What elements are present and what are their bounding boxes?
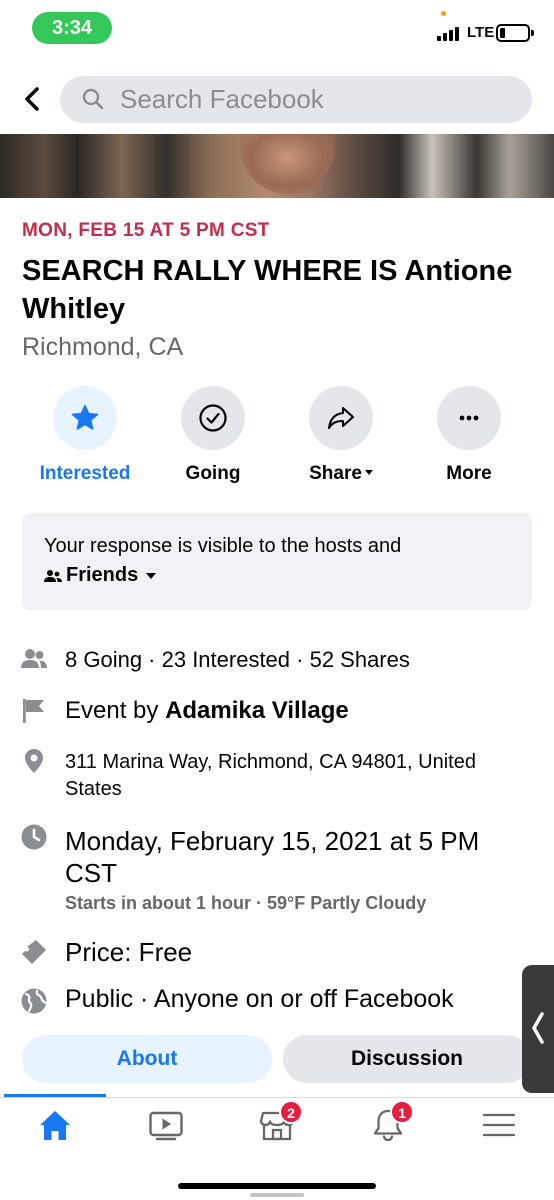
- menu-icon: [482, 1113, 516, 1137]
- location-pin-icon: [25, 749, 43, 773]
- globe-icon: [21, 988, 48, 1014]
- check-circle-icon: [199, 404, 227, 432]
- nav-watch[interactable]: [148, 1108, 188, 1144]
- attendance-stats[interactable]: 8 Going · 23 Interested · 52 Shares: [65, 647, 410, 673]
- ticket-icon: [22, 940, 46, 964]
- status-bar: 3:34 LTE: [0, 0, 554, 60]
- event-title: SEARCH RALLY WHERE IS Antione Whitley: [22, 255, 513, 325]
- marketplace-badge: 2: [279, 1100, 303, 1124]
- side-panel-handle[interactable]: [522, 965, 554, 1093]
- people-icon: [21, 649, 47, 668]
- going-label: Going: [185, 463, 241, 484]
- home-icon: [40, 1111, 70, 1140]
- watch-video-icon: [149, 1111, 183, 1141]
- notifications-badge: 1: [390, 1100, 414, 1124]
- nav-notifications[interactable]: 1: [370, 1100, 414, 1144]
- nav-home[interactable]: [37, 1108, 77, 1144]
- chevron-down-icon: [146, 572, 157, 579]
- more-button[interactable]: More: [419, 386, 519, 485]
- event-price: Price: Free: [65, 937, 193, 967]
- status-time: 3:34: [32, 12, 112, 44]
- search-bar[interactable]: [60, 76, 532, 123]
- event-address[interactable]: 311 Marina Way, Richmond, CA 94801, Unit…: [65, 749, 515, 803]
- share-arrow-icon: [327, 406, 355, 430]
- nav-marketplace[interactable]: 2: [259, 1100, 303, 1144]
- event-privacy: Public · Anyone on or off Facebook: [65, 985, 454, 1013]
- search-input[interactable]: [120, 76, 500, 123]
- signal-strength-icon: [437, 27, 463, 41]
- response-visibility-notice: Your response is visible to the hosts an…: [22, 513, 532, 610]
- nav-menu[interactable]: [481, 1108, 521, 1144]
- event-host[interactable]: Event by Adamika Village: [65, 697, 349, 725]
- network-type: LTE: [467, 24, 495, 41]
- interested-button[interactable]: Interested: [35, 386, 135, 485]
- response-visibility-text: Your response is visible to the hosts an…: [44, 535, 402, 557]
- clock-icon: [21, 824, 47, 850]
- event-location[interactable]: Richmond, CA: [22, 333, 183, 362]
- audience-label: Friends: [66, 564, 139, 586]
- more-label: More: [446, 463, 492, 484]
- event-date: MON, FEB 15 AT 5 PM CST: [22, 220, 270, 241]
- star-icon: [71, 404, 99, 430]
- event-start-weather: Starts in about 1 hour · 59°F Partly Clo…: [65, 893, 427, 913]
- home-indicator[interactable]: [178, 1183, 376, 1189]
- share-button[interactable]: Share: [291, 386, 391, 485]
- going-button[interactable]: Going: [163, 386, 263, 485]
- chevron-down-icon: [364, 469, 373, 475]
- host-name-link[interactable]: Adamika Village: [165, 697, 349, 724]
- event-cover-photo[interactable]: [0, 134, 554, 198]
- search-icon: [82, 88, 104, 110]
- flag-icon: [23, 699, 44, 723]
- share-label: Share: [309, 463, 362, 484]
- back-arrow-icon[interactable]: [18, 84, 48, 114]
- privacy-indicator-dot: [441, 11, 446, 16]
- friends-icon: [44, 569, 62, 582]
- tab-about[interactable]: About: [22, 1035, 272, 1083]
- battery-icon: [496, 24, 530, 42]
- interested-label: Interested: [39, 463, 131, 484]
- event-datetime: Monday, February 15, 2021 at 5 PM CST: [65, 826, 480, 888]
- audience-selector[interactable]: Friends: [44, 564, 510, 587]
- more-dots-icon: [459, 415, 479, 421]
- tab-discussion[interactable]: Discussion: [283, 1035, 531, 1083]
- chevron-left-icon: [532, 1012, 544, 1044]
